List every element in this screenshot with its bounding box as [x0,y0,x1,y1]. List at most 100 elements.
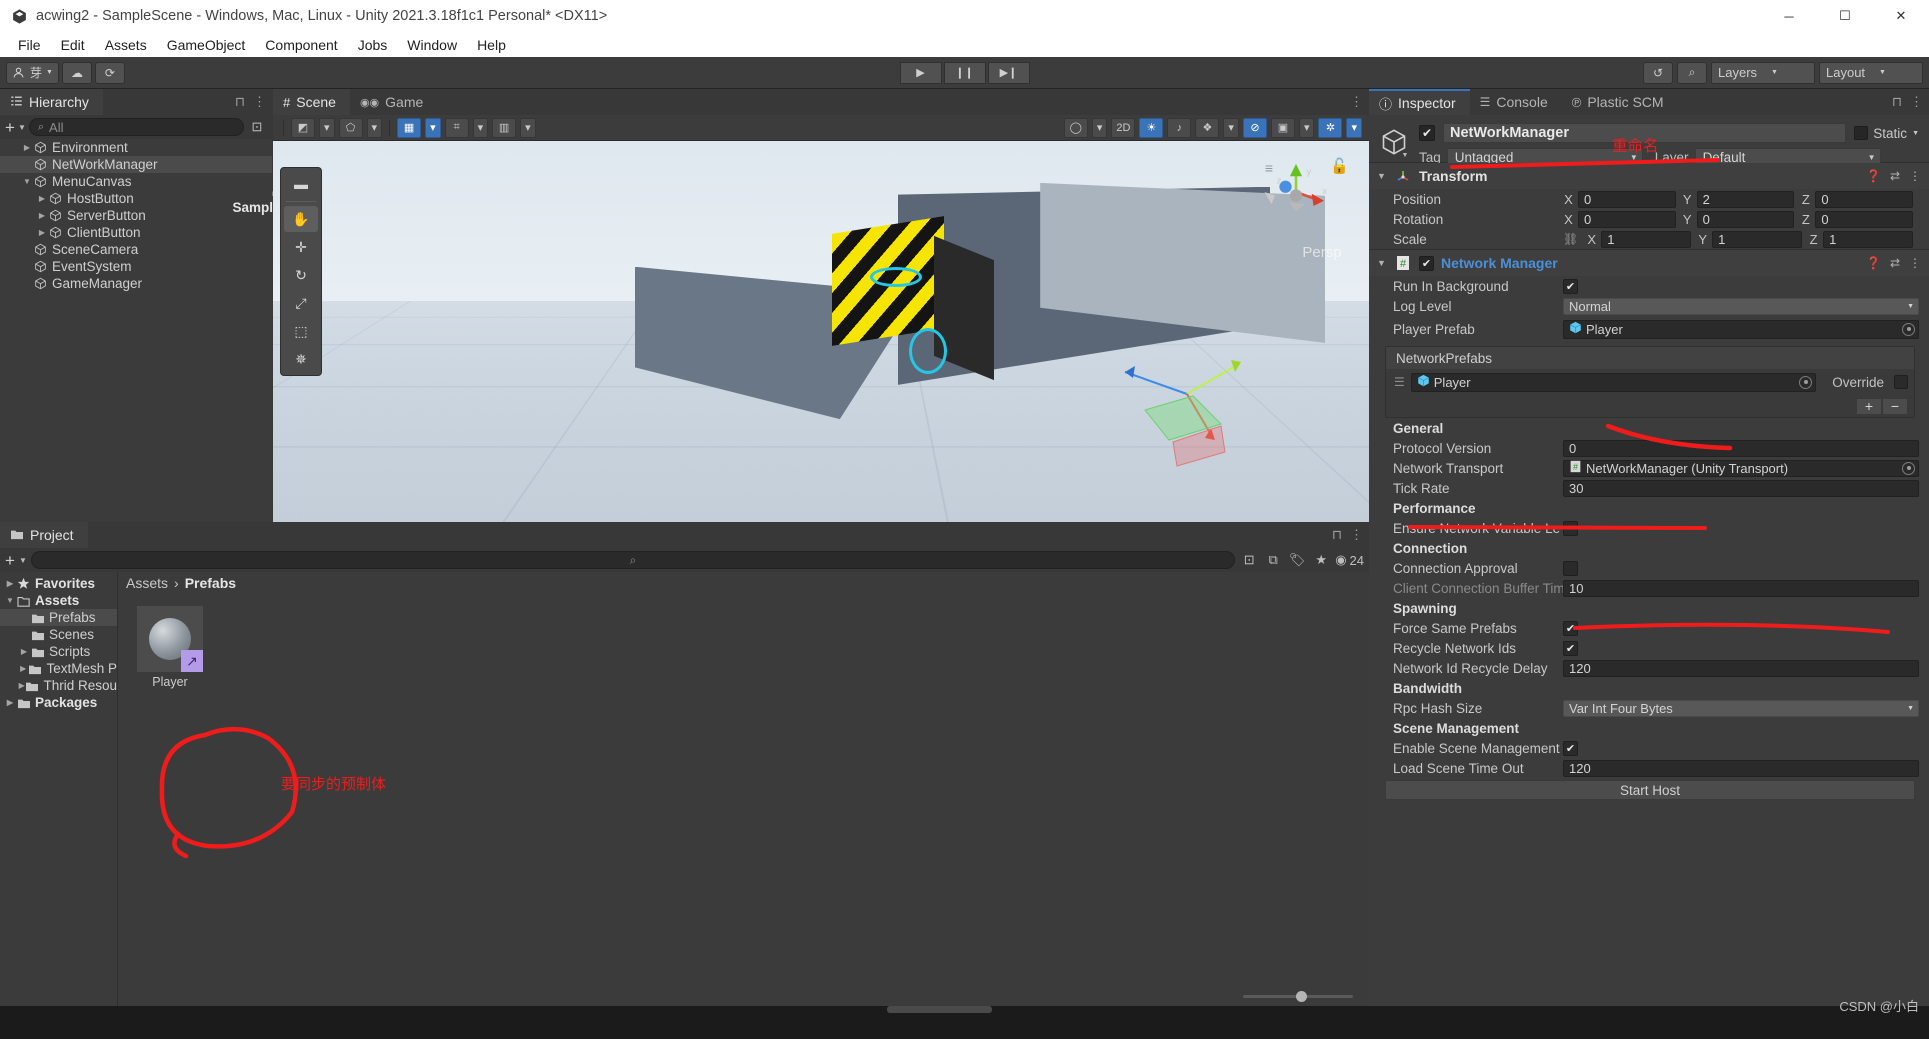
maximize-button[interactable]: ☐ [1817,0,1873,32]
expand-triangle-icon[interactable]: ▶ [21,245,33,254]
expand-triangle-icon[interactable]: ▶ [21,262,33,271]
object-picker-icon[interactable] [1799,375,1813,389]
chevron-down-icon[interactable]: ▼ [19,556,27,565]
menu-edit[interactable]: Edit [51,35,95,55]
network-prefab-objectfield[interactable]: Player [1410,372,1817,392]
fx-chevron[interactable]: ▾ [1223,117,1239,138]
create-asset-button[interactable]: + [5,552,15,569]
hierarchy-item-serverbutton[interactable]: ▶ ServerButton [0,207,272,224]
network-transport-objectfield[interactable]: # NetWorkManager (Unity Transport) [1563,459,1919,477]
connection-approval-checkbox[interactable]: ✔ [1563,560,1578,576]
tool-move[interactable]: ✛ [284,234,318,260]
collab-button[interactable]: ⟳ [94,61,125,84]
status-scrollbar[interactable] [887,1006,993,1013]
scene-perspective-label[interactable]: Persp [1302,244,1341,261]
add-gameobject-button[interactable]: + [5,119,15,136]
tool-rect[interactable]: ⬚ [284,318,318,344]
layout-dropdown[interactable]: Layout ▼ [1819,61,1923,84]
expand-triangle-icon[interactable]: ▶ [4,698,16,707]
pause-button[interactable]: ❙❙ [943,61,986,84]
tab-console[interactable]: ☰ Console [1469,89,1562,115]
hierarchy-item-eventsystem[interactable]: ▶ EventSystem [0,258,272,275]
remove-prefab-button[interactable]: − [1882,397,1908,415]
drag-handle-icon[interactable]: ☰ [1394,376,1405,389]
grid-toggle-button[interactable]: ▦ [397,117,422,138]
expand-triangle-icon[interactable]: ▶ [18,613,30,622]
tool-handle-icon[interactable]: ▬ [284,171,318,197]
project-filter-label-icon[interactable]: 🏷 [1287,552,1307,568]
expand-triangle-icon[interactable]: ▶ [21,279,33,288]
hierarchy-item-gamemanager[interactable]: ▶ GameManager [0,275,272,292]
expand-triangle-icon[interactable]: ▶ [36,194,48,203]
gameobject-enabled-checkbox[interactable]: ✔ [1419,125,1435,141]
tool-rotate[interactable]: ↻ [284,262,318,288]
menu-window[interactable]: Window [397,35,467,55]
assets-grid[interactable]: ↗ Player [118,594,1369,986]
network-manager-header[interactable]: ▼ # ✔ Network Manager ❓ ⇄ ⋮ [1369,250,1929,276]
project-save-search-icon[interactable]: ⊡ [1239,552,1259,568]
expand-triangle-icon[interactable]: ▶ [18,681,25,690]
account-button[interactable]: 芽 ▼ [6,61,59,84]
tool-hand[interactable]: ✋ [284,206,318,232]
player-prefab-objectfield[interactable]: Player [1563,319,1919,339]
hierarchy-item-scenecamera[interactable]: ▶ SceneCamera [0,241,272,258]
lock-icon[interactable]: ⊓ [1332,527,1342,543]
project-search-input[interactable]: ⌕ [30,551,1236,569]
object-picker-icon[interactable] [1902,461,1915,475]
breadcrumb-current[interactable]: Prefabs [185,575,236,591]
transform-header[interactable]: ▼ Transform ❓ ⇄ ⋮ [1369,163,1929,189]
transform-rotation-z-input[interactable]: 0 [1815,210,1914,228]
hierarchy-search-input[interactable]: ⌕ All [28,118,244,136]
chevron-down-icon[interactable]: ▼ [1402,152,1409,159]
hierarchy-item-networkmanager[interactable]: ▶ NetWorkManager [0,156,272,173]
lock-icon[interactable]: 🔓 [1330,157,1349,175]
menu-component[interactable]: Component [255,35,347,55]
tab-inspector[interactable]: ⓘ Inspector [1369,89,1470,115]
preset-icon[interactable]: ⇄ [1890,169,1900,183]
hierarchy-item-clientbutton[interactable]: ▶ ClientButton [0,224,272,241]
project-filter-type-icon[interactable]: ⧉ [1263,552,1283,568]
hierarchy-options-icon[interactable]: ⊡ [247,119,267,135]
scene-viewport-container[interactable]: ≡ 🔓 y z x Persp ▬ ✋ ✛ ↻ ⤢ ⬚ ✵ [273,141,1369,522]
thumbnail-zoom-slider[interactable] [1243,990,1353,1002]
menu-assets[interactable]: Assets [95,35,157,55]
ensure-network-variable-le-checkbox[interactable]: ✔ [1563,520,1578,536]
protocol-version-input[interactable]: 0 [1563,439,1919,457]
scene-lighting-button[interactable]: ☀ [1139,117,1164,138]
load-scene-time-out-input[interactable]: 120 [1563,759,1919,777]
asset-thumbnail[interactable]: ↗ [137,606,203,672]
static-toggle[interactable]: ✔ Static ▼ [1854,126,1919,141]
camera-chevron[interactable]: ▾ [1298,117,1315,138]
snap-increment-button[interactable]: ⌗ [444,117,469,138]
toggle-2d-button[interactable]: 2D [1111,117,1136,138]
transform-position-z-input[interactable]: 0 [1815,190,1914,208]
start-host-button[interactable]: Start Host [1385,780,1915,800]
shading-mode-chevron[interactable]: ▾ [319,117,335,138]
more-menu-icon[interactable]: ⋮ [1350,527,1363,543]
zoom-slider-knob[interactable] [1295,990,1307,1002]
project-tree-item-scripts[interactable]: ▶ Scripts [0,643,117,660]
undo-history-button[interactable]: ↺ [1643,61,1673,84]
scene-fx-button[interactable]: ❖ [1195,117,1220,138]
project-folder-tree[interactable]: ▶ Favorites ▼ Assets ▶ Prefabs ▶ Scenes ▶ Scripts… [0,572,118,1006]
override-checkbox[interactable] [1894,375,1908,389]
tick-rate-input[interactable]: 30 [1563,479,1919,497]
expand-triangle-icon[interactable]: ▶ [18,647,30,656]
run-in-background-checkbox[interactable]: ✔ [1563,278,1578,294]
project-tree-item-scenes[interactable]: ▶ Scenes [0,626,117,643]
scene-audio-button[interactable]: ♪ [1167,117,1192,138]
menu-help[interactable]: Help [467,35,516,55]
rpc-hash-size-dropdown[interactable]: Var Int Four Bytes ▼ [1563,699,1919,717]
layers-dropdown[interactable]: Layers ▼ [1711,61,1815,84]
project-tree-item-assets[interactable]: ▼ Assets [0,592,117,609]
expand-triangle-icon[interactable]: ▶ [36,228,48,237]
menu-gameobject[interactable]: GameObject [157,35,256,55]
project-tree-item-packages[interactable]: ▶ Packages [0,694,117,711]
more-menu-icon[interactable]: ⋮ [253,94,266,110]
gizmos-chevron[interactable]: ▾ [1346,117,1362,138]
network-manager-enabled-checkbox[interactable]: ✔ [1419,255,1434,271]
asset-item-player[interactable]: ↗ Player [134,606,206,689]
expand-triangle-icon[interactable]: ▶ [18,664,28,673]
hierarchy-list[interactable]: ▼ SampleScene* ▶ Environment ▶ NetWorkManager… [0,139,326,522]
expand-triangle-icon[interactable]: ▶ [21,143,33,152]
